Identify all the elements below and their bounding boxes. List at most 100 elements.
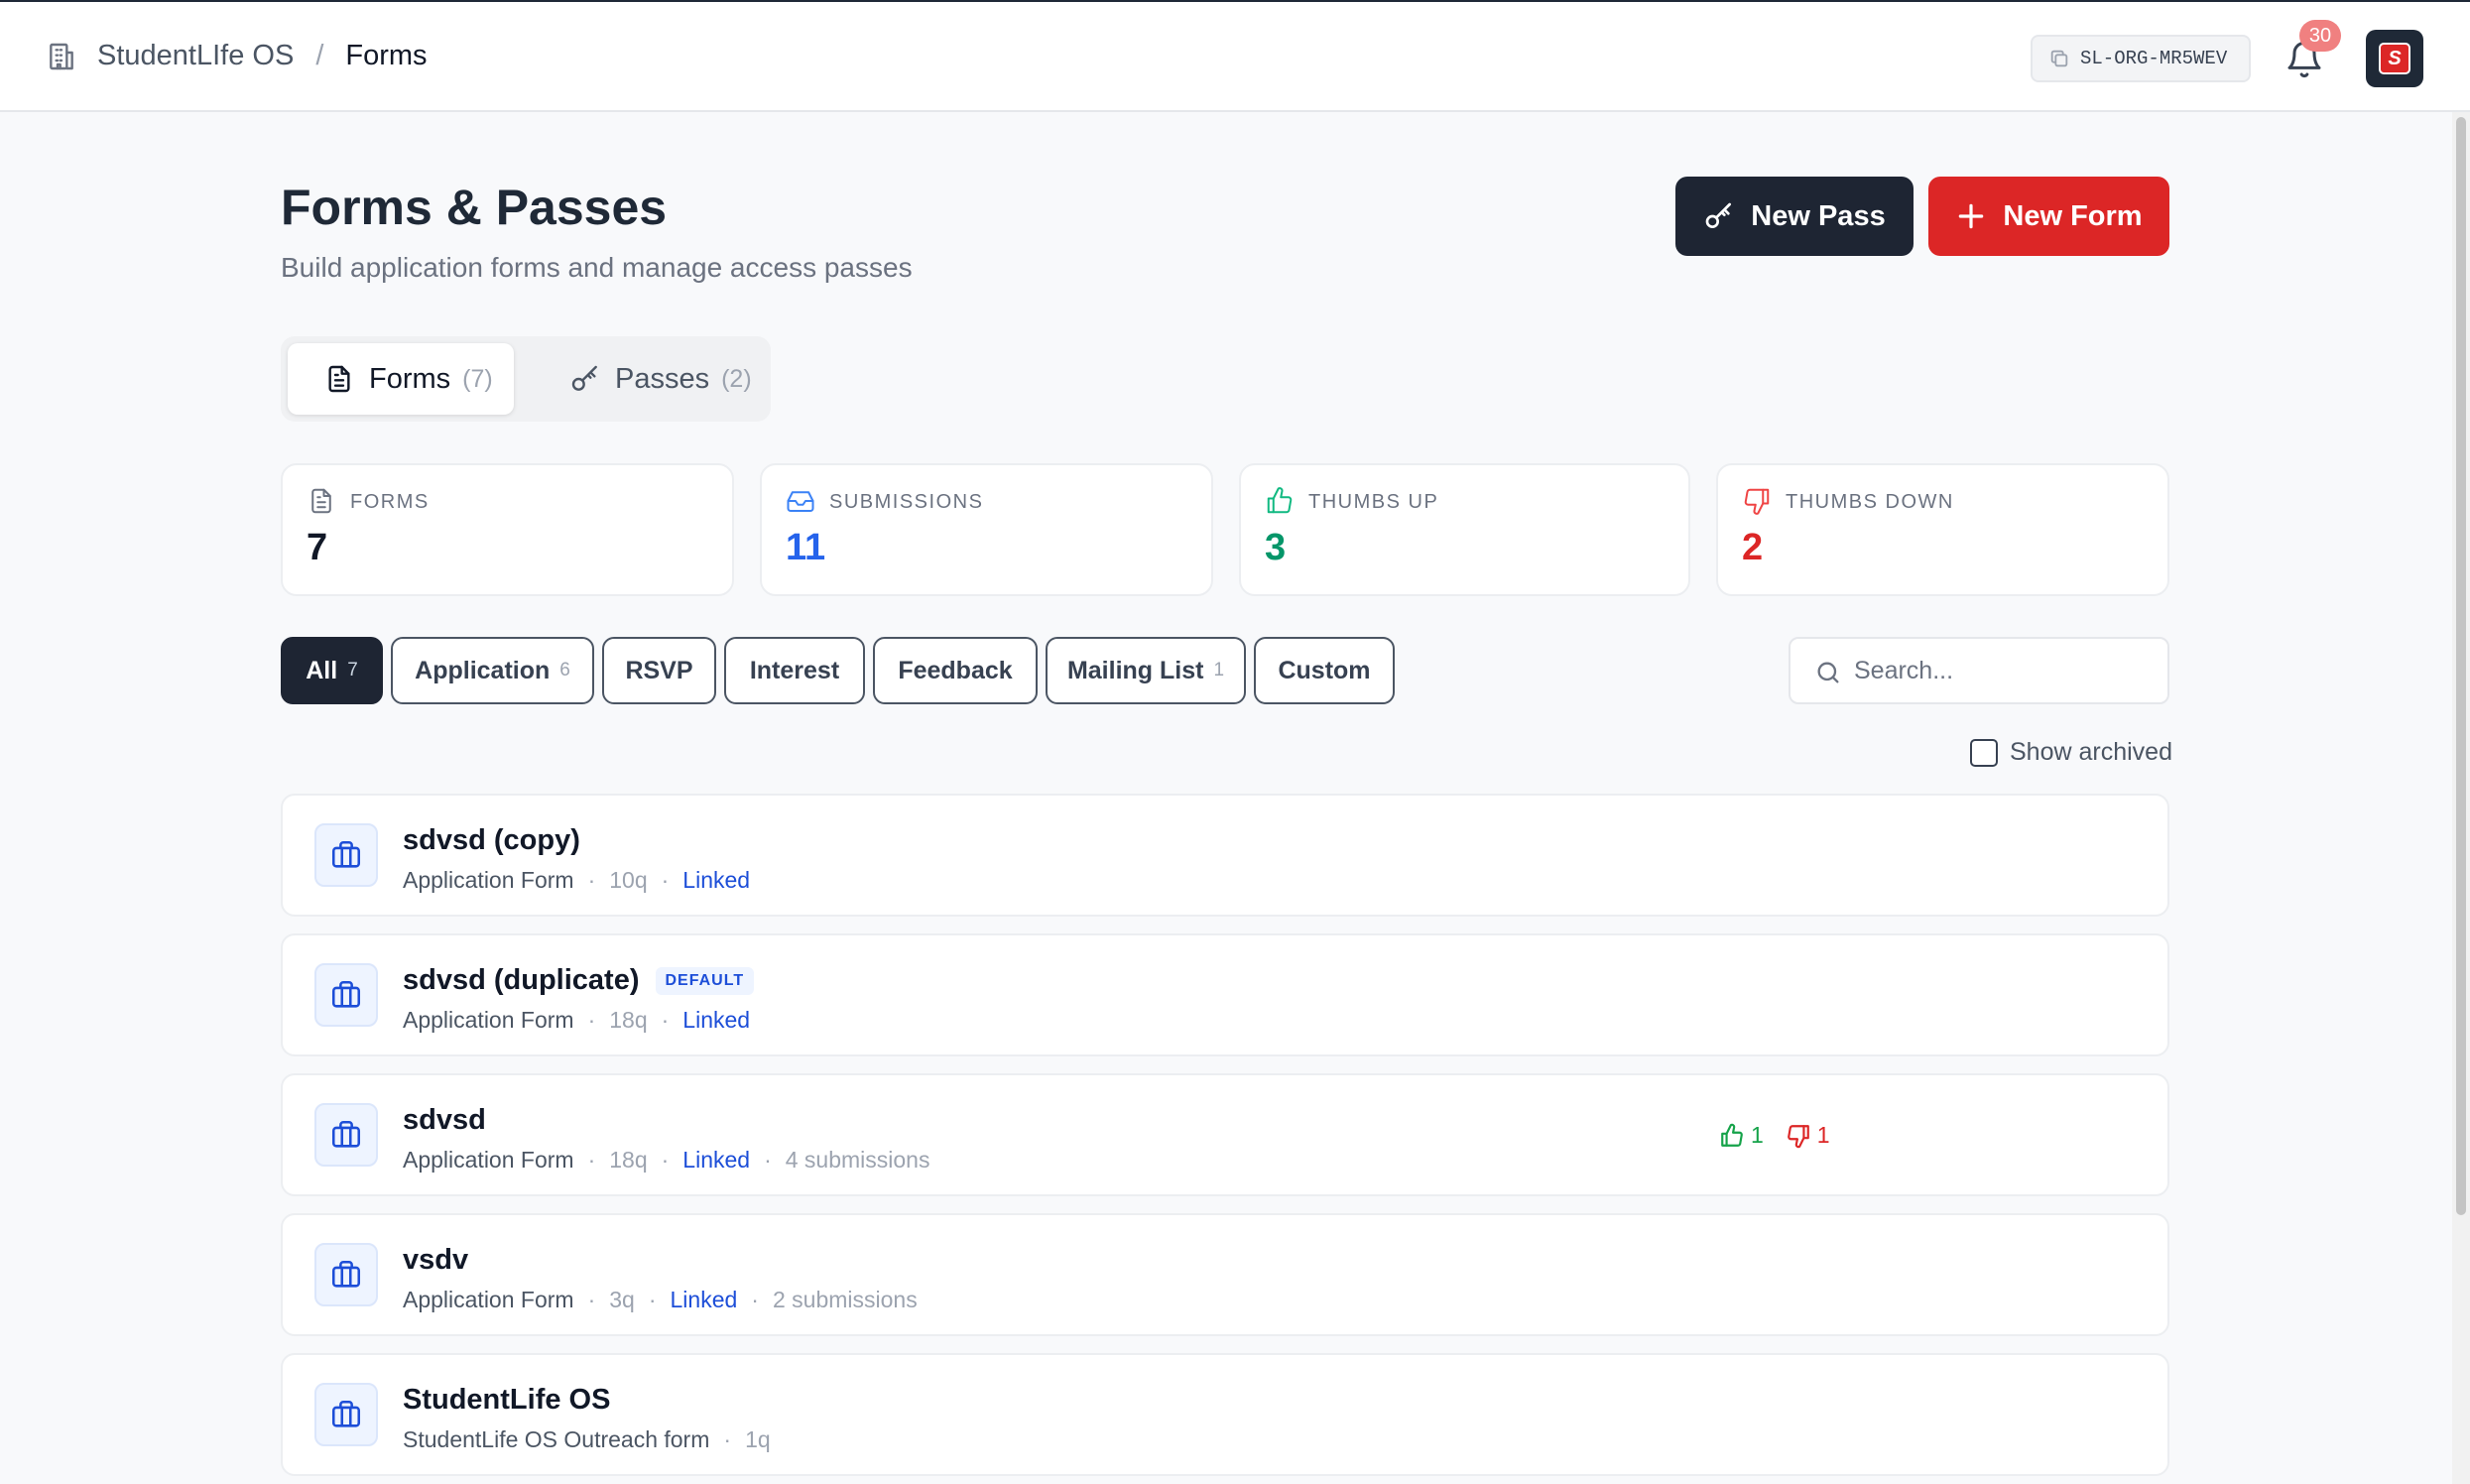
form-type-icon-wrapper [314, 1243, 378, 1306]
filter-chip-application[interactable]: Application 6 [391, 637, 594, 704]
scrollbar-thumb[interactable] [2456, 117, 2466, 1215]
filter-chip-label: Feedback [898, 656, 1013, 684]
avatar[interactable]: S [2366, 30, 2423, 87]
thumbs-up-icon [1267, 487, 1293, 514]
meta-separator: · [648, 1287, 657, 1312]
meta-separator: · [587, 867, 596, 893]
search-icon [1817, 662, 1839, 683]
form-meta: Application Form · 3q · Linked · 2 submi… [403, 1287, 918, 1313]
filter-chip-rsvp[interactable]: RSVP [602, 637, 716, 704]
filter-chip-label: Interest [749, 656, 840, 684]
stat-label: FORMS [350, 491, 430, 513]
thumbs-up-count: 1 [1719, 1122, 1764, 1149]
stat-label: SUBMISSIONS [829, 491, 984, 513]
filter-chip-all[interactable]: All 7 [281, 637, 383, 704]
form-question-count: 1q [745, 1426, 771, 1452]
meta-separator: · [723, 1426, 732, 1452]
breadcrumb-current: Forms [345, 40, 428, 71]
form-name-text: sdvsd [403, 1104, 486, 1136]
key-icon [1705, 202, 1732, 228]
filter-chip-label: All [306, 656, 338, 684]
tab-passes-count: (2) [721, 364, 752, 393]
form-name-text: sdvsd (copy) [403, 824, 580, 856]
meta-separator: · [751, 1287, 759, 1312]
form-row[interactable]: vsdv Application Form · 3q · Linked · 2 … [281, 1213, 2169, 1336]
form-question-count: 10q [609, 867, 648, 893]
filter-chip-count: 1 [1213, 660, 1225, 680]
show-archived-checkbox[interactable] [1970, 738, 1998, 767]
form-type-icon-wrapper [314, 963, 378, 1027]
form-linked-status: Linked [682, 867, 751, 893]
form-name-text: StudentLife OS [403, 1384, 611, 1416]
default-badge: DEFAULT [655, 966, 755, 995]
filter-chip-feedback[interactable]: Feedback [873, 637, 1038, 704]
form-question-count: 3q [609, 1287, 635, 1312]
org-code-copy-button[interactable]: SL-ORG-MR5WEV [2031, 35, 2251, 82]
form-submission-count: 2 submissions [772, 1287, 918, 1312]
form-type-icon-wrapper [314, 1103, 378, 1167]
form-type: Application Form [403, 1287, 574, 1312]
form-name: StudentLife OS [403, 1384, 610, 1417]
stat-value: 3 [1265, 527, 1287, 568]
new-pass-button[interactable]: New Pass [1675, 177, 1914, 256]
show-archived-toggle[interactable]: Show archived [1970, 738, 2172, 767]
form-linked-status: Linked [682, 1007, 751, 1033]
form-type-icon-wrapper [314, 1383, 378, 1446]
building-icon [50, 43, 73, 69]
form-name: sdvsd (copy) [403, 824, 580, 857]
form-meta: StudentLife OS Outreach form · 1q [403, 1426, 771, 1453]
form-type: Application Form [403, 867, 574, 893]
briefcase-icon [331, 1120, 361, 1148]
form-row[interactable]: sdvsd (duplicate) DEFAULT Application Fo… [281, 933, 2169, 1056]
tab-forms-label: Forms [369, 362, 451, 395]
document-icon [328, 365, 350, 393]
new-form-button[interactable]: New Form [1928, 177, 2169, 256]
form-row[interactable]: sdvsd Application Form · 18q · Linked · … [281, 1073, 2169, 1196]
meta-separator: · [587, 1147, 596, 1173]
filter-chip-count: 7 [347, 660, 358, 680]
meta-separator: · [587, 1287, 596, 1312]
stat-label: THUMBS UP [1308, 491, 1439, 513]
stat-card-thumbs-up: THUMBS UP 3 [1239, 463, 1690, 596]
meta-separator: · [661, 1007, 670, 1033]
form-type: StudentLife OS Outreach form [403, 1426, 710, 1452]
search-box [1789, 637, 2169, 704]
form-name-text: vsdv [403, 1244, 469, 1276]
tab-forms-count: (7) [462, 364, 493, 393]
stat-card-forms: FORMS 7 [281, 463, 734, 596]
org-code-text: SL-ORG-MR5WEV [2080, 48, 2228, 69]
app-logo-icon: S [2379, 43, 2410, 74]
form-question-count: 18q [609, 1007, 648, 1033]
meta-separator: · [764, 1147, 772, 1173]
search-input[interactable] [1854, 649, 2152, 692]
stat-value: 11 [786, 527, 826, 568]
form-row[interactable]: StudentLife OS StudentLife OS Outreach f… [281, 1353, 2169, 1476]
tab-passes[interactable]: Passes (2) [534, 343, 757, 415]
form-linked-status: Linked [682, 1147, 751, 1173]
briefcase-icon [331, 1400, 361, 1427]
thumbs-down-icon [1744, 488, 1770, 515]
filter-chip-count: 6 [559, 660, 570, 680]
thumbs-down-value: 1 [1816, 1122, 1830, 1148]
meta-separator: · [661, 867, 670, 893]
tab-forms[interactable]: Forms (7) [288, 343, 514, 415]
form-row[interactable]: sdvsd (copy) Application Form · 10q · Li… [281, 794, 2169, 917]
stat-card-thumbs-down: THUMBS DOWN 2 [1716, 463, 2169, 596]
meta-separator: · [661, 1147, 670, 1173]
top-bar: StudentLIfe OS / Forms SL-ORG-MR5WEV 30 … [0, 0, 2470, 112]
thumbs-down-count: 1 [1786, 1122, 1830, 1149]
new-form-label: New Form [2003, 199, 2143, 232]
filter-chip-custom[interactable]: Custom [1254, 637, 1395, 704]
filter-chip-label: Mailing List [1066, 656, 1204, 684]
form-type: Application Form [403, 1147, 574, 1173]
form-name-text: sdvsd (duplicate) [403, 964, 640, 996]
briefcase-icon [331, 980, 361, 1008]
filter-chip-interest[interactable]: Interest [724, 637, 865, 704]
breadcrumb-separator: / [315, 40, 324, 71]
filter-chip-mailing-list[interactable]: Mailing List 1 [1046, 637, 1246, 704]
notification-count-badge: 30 [2299, 20, 2341, 52]
inbox-icon [787, 491, 814, 512]
new-pass-label: New Pass [1751, 199, 1886, 232]
breadcrumb-org[interactable]: StudentLIfe OS [97, 40, 294, 72]
form-meta: Application Form · 10q · Linked [403, 867, 750, 894]
